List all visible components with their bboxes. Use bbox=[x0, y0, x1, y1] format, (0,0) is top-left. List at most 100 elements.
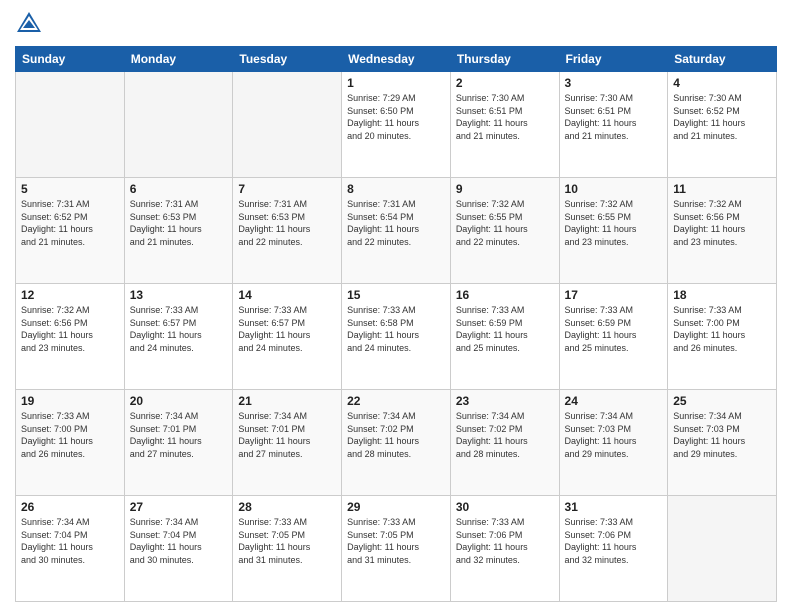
day-number: 29 bbox=[347, 500, 445, 514]
day-number: 25 bbox=[673, 394, 771, 408]
calendar-cell bbox=[16, 72, 125, 178]
cell-content: Sunrise: 7:34 AM Sunset: 7:03 PM Dayligh… bbox=[673, 410, 771, 460]
calendar-cell bbox=[668, 496, 777, 602]
day-number: 27 bbox=[130, 500, 228, 514]
day-number: 3 bbox=[565, 76, 663, 90]
calendar-cell: 7 Sunrise: 7:31 AM Sunset: 6:53 PM Daylig… bbox=[233, 178, 342, 284]
cell-content: Sunrise: 7:31 AM Sunset: 6:53 PM Dayligh… bbox=[130, 198, 228, 248]
cell-content: Sunrise: 7:33 AM Sunset: 6:59 PM Dayligh… bbox=[565, 304, 663, 354]
calendar-cell: 26 Sunrise: 7:34 AM Sunset: 7:04 PM Dayli… bbox=[16, 496, 125, 602]
calendar-cell: 24 Sunrise: 7:34 AM Sunset: 7:03 PM Dayli… bbox=[559, 390, 668, 496]
calendar-cell: 11Sunrise: 7:32 AM Sunset: 6:56 PM Dayli… bbox=[668, 178, 777, 284]
day-header-sunday: Sunday bbox=[16, 47, 125, 72]
day-number: 18 bbox=[673, 288, 771, 302]
calendar-cell: 5 Sunrise: 7:31 AM Sunset: 6:52 PM Daylig… bbox=[16, 178, 125, 284]
cell-content: Sunrise: 7:33 AM Sunset: 7:00 PM Dayligh… bbox=[21, 410, 119, 460]
cell-content: Sunrise: 7:30 AM Sunset: 6:52 PM Dayligh… bbox=[673, 92, 771, 142]
calendar-week-2: 5 Sunrise: 7:31 AM Sunset: 6:52 PM Daylig… bbox=[16, 178, 777, 284]
calendar-cell: 29 Sunrise: 7:33 AM Sunset: 7:05 PM Dayli… bbox=[342, 496, 451, 602]
cell-content: Sunrise: 7:32 AM Sunset: 6:56 PM Dayligh… bbox=[21, 304, 119, 354]
day-number: 6 bbox=[130, 182, 228, 196]
day-number: 24 bbox=[565, 394, 663, 408]
header bbox=[15, 10, 777, 38]
calendar-cell: 13Sunrise: 7:33 AM Sunset: 6:57 PM Dayli… bbox=[124, 284, 233, 390]
cell-content: Sunrise: 7:31 AM Sunset: 6:53 PM Dayligh… bbox=[238, 198, 336, 248]
day-number: 15 bbox=[347, 288, 445, 302]
day-number: 14 bbox=[238, 288, 336, 302]
cell-content: Sunrise: 7:33 AM Sunset: 7:06 PM Dayligh… bbox=[456, 516, 554, 566]
cell-content: Sunrise: 7:34 AM Sunset: 7:02 PM Dayligh… bbox=[347, 410, 445, 460]
calendar-cell: 12 Sunrise: 7:32 AM Sunset: 6:56 PM Dayli… bbox=[16, 284, 125, 390]
day-number: 22 bbox=[347, 394, 445, 408]
calendar-cell: 19 Sunrise: 7:33 AM Sunset: 7:00 PM Dayli… bbox=[16, 390, 125, 496]
cell-content: Sunrise: 7:33 AM Sunset: 7:05 PM Dayligh… bbox=[347, 516, 445, 566]
day-header-friday: Friday bbox=[559, 47, 668, 72]
calendar-cell: 3Sunrise: 7:30 AM Sunset: 6:51 PM Daylig… bbox=[559, 72, 668, 178]
cell-content: Sunrise: 7:33 AM Sunset: 6:58 PM Dayligh… bbox=[347, 304, 445, 354]
day-number: 1 bbox=[347, 76, 445, 90]
calendar-cell: 27 Sunrise: 7:34 AM Sunset: 7:04 PM Dayli… bbox=[124, 496, 233, 602]
calendar-week-3: 12 Sunrise: 7:32 AM Sunset: 6:56 PM Dayli… bbox=[16, 284, 777, 390]
day-number: 10 bbox=[565, 182, 663, 196]
cell-content: Sunrise: 7:34 AM Sunset: 7:02 PM Dayligh… bbox=[456, 410, 554, 460]
calendar-cell: 14 Sunrise: 7:33 AM Sunset: 6:57 PM Dayli… bbox=[233, 284, 342, 390]
calendar-week-5: 26 Sunrise: 7:34 AM Sunset: 7:04 PM Dayli… bbox=[16, 496, 777, 602]
page: SundayMondayTuesdayWednesdayThursdayFrid… bbox=[0, 0, 792, 612]
cell-content: Sunrise: 7:31 AM Sunset: 6:54 PM Dayligh… bbox=[347, 198, 445, 248]
day-number: 20 bbox=[130, 394, 228, 408]
day-number: 26 bbox=[21, 500, 119, 514]
calendar-cell: 10 Sunrise: 7:32 AM Sunset: 6:55 PM Dayli… bbox=[559, 178, 668, 284]
cell-content: Sunrise: 7:33 AM Sunset: 7:06 PM Dayligh… bbox=[565, 516, 663, 566]
logo bbox=[15, 10, 47, 38]
cell-content: Sunrise: 7:32 AM Sunset: 6:55 PM Dayligh… bbox=[565, 198, 663, 248]
day-number: 2 bbox=[456, 76, 554, 90]
calendar-cell: 22 Sunrise: 7:34 AM Sunset: 7:02 PM Dayli… bbox=[342, 390, 451, 496]
cell-content: Sunrise: 7:34 AM Sunset: 7:04 PM Dayligh… bbox=[130, 516, 228, 566]
cell-content: Sunrise: 7:29 AM Sunset: 6:50 PM Dayligh… bbox=[347, 92, 445, 142]
day-number: 31 bbox=[565, 500, 663, 514]
calendar-week-1: 1 Sunrise: 7:29 AM Sunset: 6:50 PM Daylig… bbox=[16, 72, 777, 178]
calendar-cell: 16 Sunrise: 7:33 AM Sunset: 6:59 PM Dayli… bbox=[450, 284, 559, 390]
cell-content: Sunrise: 7:34 AM Sunset: 7:03 PM Dayligh… bbox=[565, 410, 663, 460]
cell-content: Sunrise: 7:30 AM Sunset: 6:51 PM Dayligh… bbox=[456, 92, 554, 142]
day-number: 19 bbox=[21, 394, 119, 408]
calendar-cell: 25 Sunrise: 7:34 AM Sunset: 7:03 PM Dayli… bbox=[668, 390, 777, 496]
cell-content: Sunrise: 7:33 AM Sunset: 6:59 PM Dayligh… bbox=[456, 304, 554, 354]
cell-content: Sunrise: 7:31 AM Sunset: 6:52 PM Dayligh… bbox=[21, 198, 119, 248]
day-number: 13 bbox=[130, 288, 228, 302]
day-number: 12 bbox=[21, 288, 119, 302]
cell-content: Sunrise: 7:32 AM Sunset: 6:56 PM Dayligh… bbox=[673, 198, 771, 248]
cell-content: Sunrise: 7:34 AM Sunset: 7:01 PM Dayligh… bbox=[130, 410, 228, 460]
calendar-cell bbox=[124, 72, 233, 178]
calendar-cell: 9 Sunrise: 7:32 AM Sunset: 6:55 PM Daylig… bbox=[450, 178, 559, 284]
day-number: 4 bbox=[673, 76, 771, 90]
calendar-cell: 4 Sunrise: 7:30 AM Sunset: 6:52 PM Daylig… bbox=[668, 72, 777, 178]
day-number: 17 bbox=[565, 288, 663, 302]
cell-content: Sunrise: 7:34 AM Sunset: 7:01 PM Dayligh… bbox=[238, 410, 336, 460]
cell-content: Sunrise: 7:33 AM Sunset: 6:57 PM Dayligh… bbox=[238, 304, 336, 354]
calendar-cell: 28Sunrise: 7:33 AM Sunset: 7:05 PM Dayli… bbox=[233, 496, 342, 602]
day-number: 30 bbox=[456, 500, 554, 514]
cell-content: Sunrise: 7:34 AM Sunset: 7:04 PM Dayligh… bbox=[21, 516, 119, 566]
calendar-cell: 15 Sunrise: 7:33 AM Sunset: 6:58 PM Dayli… bbox=[342, 284, 451, 390]
calendar-cell: 18Sunrise: 7:33 AM Sunset: 7:00 PM Dayli… bbox=[668, 284, 777, 390]
day-number: 9 bbox=[456, 182, 554, 196]
day-header-thursday: Thursday bbox=[450, 47, 559, 72]
calendar-cell: 2 Sunrise: 7:30 AM Sunset: 6:51 PM Daylig… bbox=[450, 72, 559, 178]
calendar-cell: 8 Sunrise: 7:31 AM Sunset: 6:54 PM Daylig… bbox=[342, 178, 451, 284]
calendar-cell: 31 Sunrise: 7:33 AM Sunset: 7:06 PM Dayli… bbox=[559, 496, 668, 602]
day-number: 21 bbox=[238, 394, 336, 408]
day-header-wednesday: Wednesday bbox=[342, 47, 451, 72]
day-number: 7 bbox=[238, 182, 336, 196]
cell-content: Sunrise: 7:33 AM Sunset: 7:05 PM Dayligh… bbox=[238, 516, 336, 566]
calendar-header-row: SundayMondayTuesdayWednesdayThursdayFrid… bbox=[16, 47, 777, 72]
day-number: 5 bbox=[21, 182, 119, 196]
day-number: 8 bbox=[347, 182, 445, 196]
calendar-cell: 20 Sunrise: 7:34 AM Sunset: 7:01 PM Dayli… bbox=[124, 390, 233, 496]
calendar-cell: 30 Sunrise: 7:33 AM Sunset: 7:06 PM Dayli… bbox=[450, 496, 559, 602]
calendar-cell: 21 Sunrise: 7:34 AM Sunset: 7:01 PM Dayli… bbox=[233, 390, 342, 496]
day-number: 16 bbox=[456, 288, 554, 302]
day-number: 23 bbox=[456, 394, 554, 408]
cell-content: Sunrise: 7:32 AM Sunset: 6:55 PM Dayligh… bbox=[456, 198, 554, 248]
calendar-cell: 1 Sunrise: 7:29 AM Sunset: 6:50 PM Daylig… bbox=[342, 72, 451, 178]
